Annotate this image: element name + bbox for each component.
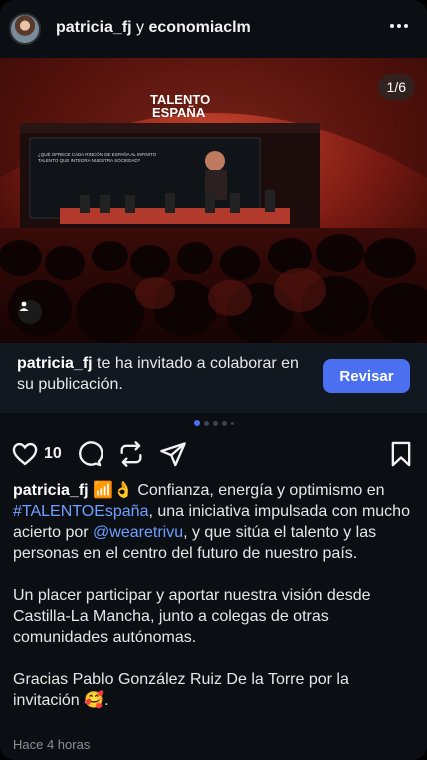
- caption-username[interactable]: patricia_fj: [13, 482, 89, 499]
- carousel-dot-active: [193, 420, 200, 426]
- screen-text-line1: ¿QUÉ OFRECE CADA RINCÓN DE ESPAÑA AL INF…: [38, 151, 157, 157]
- review-button[interactable]: Revisar: [323, 359, 410, 393]
- carousel-indicator: [0, 420, 427, 426]
- bookmark-icon[interactable]: [387, 440, 415, 468]
- carousel-dot: [212, 420, 218, 426]
- screen-text-line2: TALENTO QUE INTEGRA NUESTRA SOCIEDAD?: [38, 158, 141, 163]
- hashtag-link[interactable]: #TALENTOEspaña: [13, 503, 148, 520]
- collaborator-username[interactable]: economiaclm: [149, 19, 251, 36]
- repost-icon[interactable]: [117, 440, 145, 468]
- heart-icon[interactable]: [11, 440, 39, 468]
- carousel-dot: [221, 420, 227, 426]
- authors-joiner: y: [136, 19, 145, 36]
- carousel-dot: [230, 421, 234, 425]
- post-timestamp[interactable]: Hace 4 horas: [13, 737, 90, 752]
- caption-paragraph-1: patricia_fj 📶👌 Confianza, energía y opti…: [13, 480, 413, 564]
- post-photo[interactable]: TALENTO ESPAÑA ¿QUÉ OFRECE CADA RINCÓN D…: [0, 58, 427, 343]
- avatar[interactable]: [9, 13, 41, 45]
- mention-link[interactable]: @wearetrivu: [93, 524, 183, 541]
- stage-logo-line2: ESPAÑA: [152, 105, 206, 120]
- post-authors: patricia_fj y economiaclm: [56, 19, 251, 37]
- invite-username[interactable]: patricia_fj: [17, 355, 93, 372]
- caption-paragraph-2: Un placer participar y aportar nuestra v…: [13, 587, 371, 646]
- like-count[interactable]: 10: [44, 445, 62, 463]
- action-bar: 10: [0, 440, 427, 472]
- carousel-counter: 1/6: [377, 74, 415, 100]
- author-username[interactable]: patricia_fj: [56, 19, 132, 36]
- post-header: patricia_fj y economiaclm: [0, 0, 427, 58]
- event-photo-illustration: TALENTO ESPAÑA ¿QUÉ OFRECE CADA RINCÓN D…: [0, 58, 427, 343]
- comment-icon[interactable]: [75, 440, 103, 468]
- user-tag-icon[interactable]: [18, 300, 42, 324]
- post-card: patricia_fj y economiaclm TALENTO ESPAÑA…: [0, 0, 427, 760]
- invite-message: patricia_fj te ha invitado a colaborar e…: [17, 353, 307, 395]
- carousel-dot: [203, 420, 209, 426]
- caption-paragraph-3: Gracias Pablo González Ruiz De la Torre …: [13, 671, 349, 709]
- collab-invite-bar: patricia_fj te ha invitado a colaborar e…: [0, 343, 427, 413]
- more-horizontal-icon[interactable]: [387, 14, 411, 38]
- share-icon[interactable]: [159, 440, 187, 468]
- post-caption: patricia_fj 📶👌 Confianza, energía y opti…: [13, 480, 413, 732]
- caption-text: 📶👌 Confianza, energía y optimismo en: [88, 482, 385, 499]
